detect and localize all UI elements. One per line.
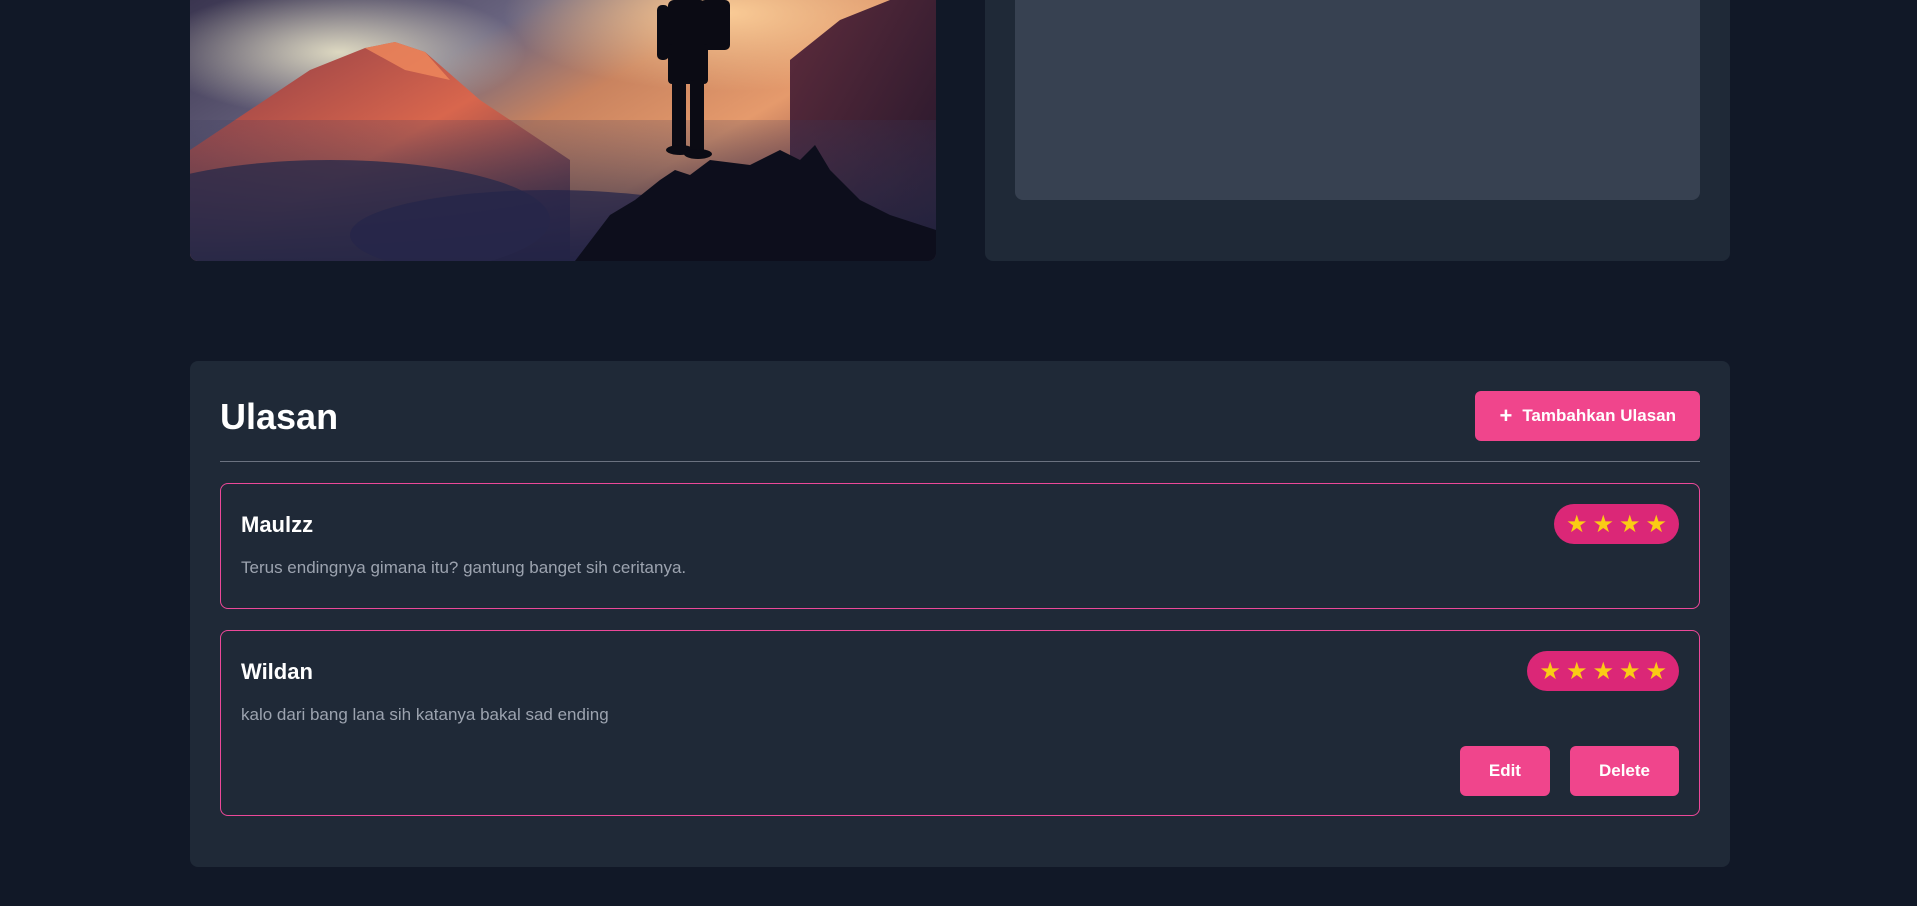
rating-badge: ★ ★ ★ ★ <box>1553 504 1679 544</box>
hero-image <box>190 0 936 261</box>
page: Ulasan + Tambahkan Ulasan Maulzz ★ ★ ★ ★… <box>0 0 1917 906</box>
review-card: Wildan ★ ★ ★ ★ ★ kalo dari bang lana sih… <box>220 630 1700 816</box>
star-icon: ★ <box>1565 510 1588 538</box>
review-actions: Edit Delete <box>1459 746 1679 796</box>
review-comment: kalo dari bang lana sih katanya bakal sa… <box>241 705 609 724</box>
star-icon: ★ <box>1592 510 1614 538</box>
reviewer-name: Wildan <box>241 659 313 684</box>
star-icon: ★ <box>1592 657 1614 685</box>
edit-review-button[interactable]: Edit <box>1459 746 1550 796</box>
details-panel <box>985 0 1730 261</box>
star-icon: ★ <box>1645 657 1667 685</box>
star-icon: ★ <box>1645 510 1667 538</box>
add-review-label: Tambahkan Ulasan <box>1522 406 1676 425</box>
star-icon: ★ <box>1618 657 1641 685</box>
review-comment: Terus endingnya gimana itu? gantung bang… <box>241 558 687 577</box>
section-divider <box>220 461 1700 462</box>
content-placeholder <box>1015 0 1700 200</box>
review-card: Maulzz ★ ★ ★ ★ Terus endingnya gimana it… <box>220 483 1700 609</box>
reviewer-name: Maulzz <box>241 512 314 537</box>
reviews-title: Ulasan <box>220 396 339 437</box>
mountain-hiker-illustration <box>190 0 936 261</box>
plus-icon: + <box>1499 403 1513 428</box>
delete-review-button[interactable]: Delete <box>1569 746 1679 796</box>
star-icon: ★ <box>1565 657 1588 685</box>
add-review-button[interactable]: + Tambahkan Ulasan <box>1475 391 1700 441</box>
reviews-section: Ulasan + Tambahkan Ulasan Maulzz ★ ★ ★ ★… <box>190 361 1730 867</box>
star-icon: ★ <box>1539 657 1561 685</box>
star-icon: ★ <box>1618 510 1641 538</box>
rating-badge: ★ ★ ★ ★ ★ <box>1527 651 1679 691</box>
